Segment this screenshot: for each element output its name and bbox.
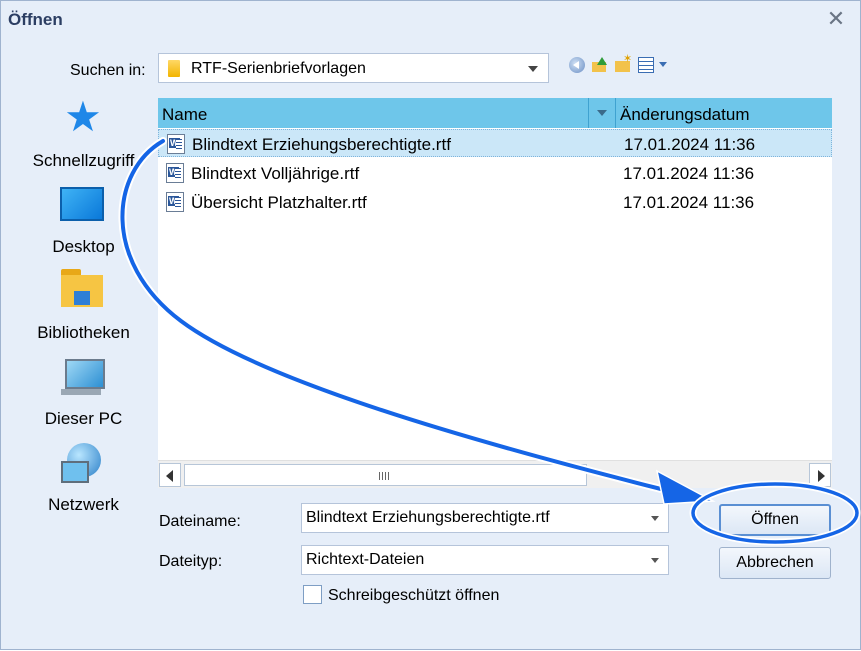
file-row[interactable]: Blindtext Erziehungsberechtigte.rtf 17.0… [158, 129, 832, 157]
column-header-date[interactable]: Änderungsdatum [620, 105, 749, 125]
up-folder-icon[interactable] [592, 57, 608, 73]
file-list[interactable]: Name Änderungsdatum Blindtext Erziehungs… [158, 98, 832, 488]
place-label: Schnellzugriff [32, 151, 135, 170]
chevron-down-icon[interactable] [651, 558, 659, 563]
open-button[interactable]: Öffnen [719, 504, 831, 536]
filetype-combobox[interactable]: Richtext-Dateien [301, 545, 669, 575]
column-divider[interactable] [615, 98, 616, 128]
back-icon[interactable] [569, 57, 585, 73]
lookin-combobox[interactable]: RTF-Serienbriefvorlagen [158, 53, 549, 83]
place-label: Netzwerk [48, 495, 119, 514]
title-bar: Öffnen ✕ [1, 1, 860, 39]
open-dialog: Öffnen ✕ Suchen in: RTF-Serienbriefvorla… [0, 0, 861, 650]
file-name: Blindtext Erziehungsberechtigte.rtf [192, 135, 451, 154]
rtf-file-icon [166, 163, 184, 183]
network-icon [61, 441, 105, 483]
file-name: Übersicht Platzhalter.rtf [191, 193, 367, 212]
view-menu-icon[interactable] [638, 57, 654, 73]
quick-access-star-icon: ★ [64, 93, 102, 140]
place-label: Desktop [52, 237, 115, 256]
place-desktop[interactable]: Desktop [1, 175, 158, 261]
lookin-value: RTF-Serienbriefvorlagen [191, 60, 366, 77]
this-pc-icon [61, 355, 105, 395]
chevron-down-icon[interactable] [651, 516, 659, 521]
lookin-label: Suchen in: [70, 62, 146, 79]
list-header: Name Änderungsdatum [158, 98, 832, 128]
place-network[interactable]: Netzwerk [1, 433, 158, 519]
place-this-pc[interactable]: Dieser PC [1, 347, 158, 433]
filename-label: Dateiname: [159, 513, 241, 530]
filename-value: Blindtext Erziehungsberechtigte.rtf [306, 509, 550, 526]
place-label: Dieser PC [44, 409, 123, 428]
rtf-file-icon [167, 134, 185, 154]
horizontal-scrollbar[interactable] [158, 460, 832, 488]
scroll-left-icon[interactable] [159, 463, 181, 487]
file-row[interactable]: Blindtext Volljährige.rtf 17.01.2024 11:… [158, 159, 832, 187]
dialog-title: Öffnen [8, 10, 63, 29]
scroll-thumb[interactable] [184, 464, 587, 486]
grip-icon [379, 472, 391, 480]
desktop-icon [60, 187, 104, 221]
column-divider[interactable] [588, 98, 589, 128]
place-label: Bibliotheken [37, 323, 130, 342]
view-dropdown-icon[interactable] [659, 62, 667, 67]
rtf-file-icon [166, 192, 184, 212]
cancel-button[interactable]: Abbrechen [719, 547, 831, 579]
chevron-down-icon [597, 110, 607, 116]
scroll-right-icon[interactable] [809, 463, 831, 487]
new-folder-icon[interactable] [615, 52, 632, 73]
file-date: 17.01.2024 11:36 [623, 164, 755, 183]
readonly-checkbox[interactable] [303, 585, 322, 604]
file-date: 17.01.2024 11:36 [623, 193, 755, 212]
filetype-label: Dateityp: [159, 553, 223, 570]
place-libraries[interactable]: Bibliotheken [1, 261, 158, 347]
libraries-icon [61, 269, 105, 309]
file-name: Blindtext Volljährige.rtf [191, 164, 360, 183]
column-header-name[interactable]: Name [162, 105, 207, 125]
readonly-label[interactable]: Schreibgeschützt öffnen [328, 587, 499, 605]
place-quick-access[interactable]: ★ Schnellzugriff [1, 89, 158, 175]
file-row[interactable]: Übersicht Platzhalter.rtf 17.01.2024 11:… [158, 188, 832, 216]
close-icon[interactable]: ✕ [824, 7, 848, 31]
filetype-value: Richtext-Dateien [306, 551, 425, 568]
folder-icon [168, 60, 180, 77]
chevron-down-icon[interactable] [528, 66, 538, 72]
column-filter-button[interactable] [590, 98, 614, 128]
filename-combobox[interactable]: Blindtext Erziehungsberechtigte.rtf [301, 503, 669, 533]
file-date: 17.01.2024 11:36 [624, 135, 756, 154]
